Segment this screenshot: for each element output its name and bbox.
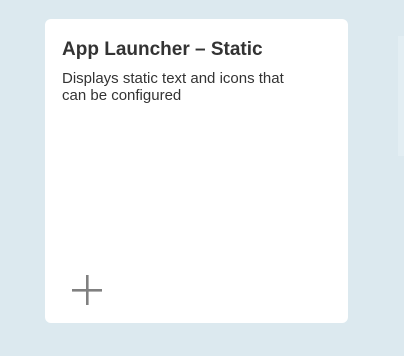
tile-description: Displays static text and icons that can … (62, 70, 284, 104)
adjacent-tile-edge (398, 36, 404, 156)
add-button[interactable] (70, 273, 104, 307)
app-launcher-static-tile[interactable]: App Launcher – Static Displays static te… (45, 19, 348, 323)
plus-icon (70, 273, 104, 307)
tile-title: App Launcher – Static (62, 39, 263, 60)
